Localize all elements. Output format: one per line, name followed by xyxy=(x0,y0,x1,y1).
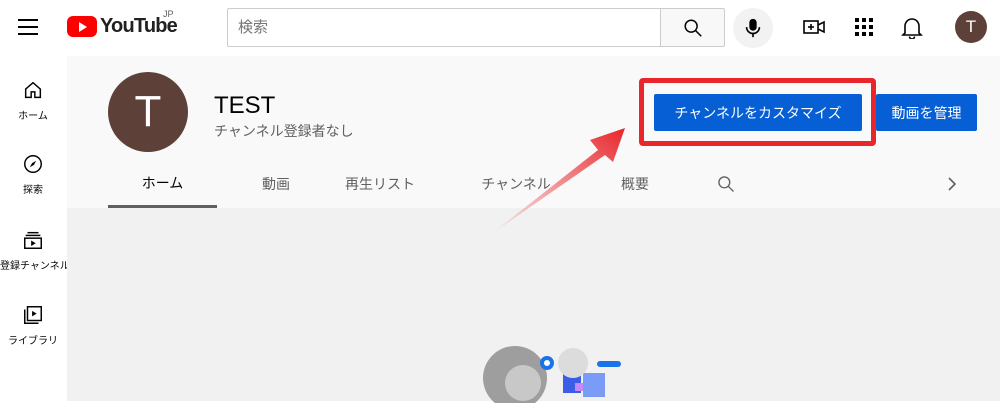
channel-content-area xyxy=(67,208,1000,403)
channel-name: TEST xyxy=(214,92,276,119)
youtube-logo[interactable]: YouTube xyxy=(67,14,178,38)
search-icon xyxy=(683,18,702,37)
create-video-icon[interactable] xyxy=(801,14,827,40)
channel-tabs: ホーム 動画 再生リスト チャンネル 概要 xyxy=(108,160,1000,208)
home-icon xyxy=(21,78,45,102)
sidebar-item-label: 探索 xyxy=(23,185,43,196)
manage-videos-button[interactable]: 動画を管理 xyxy=(876,94,977,131)
notifications-bell-icon[interactable] xyxy=(899,14,925,40)
sidebar-item-label: ライブラリ xyxy=(8,336,58,347)
sidebar-item-home[interactable]: ホーム xyxy=(0,78,66,122)
compass-icon xyxy=(21,152,45,176)
sidebar: ホーム 探索 登録チャンネル ライブラリ xyxy=(0,56,70,401)
sidebar-item-explore[interactable]: 探索 xyxy=(0,152,66,196)
menu-icon[interactable] xyxy=(18,16,42,36)
sidebar-item-label: 登録チャンネル xyxy=(0,261,70,272)
channel-header: T TEST チャンネル登録者なし チャンネルをカスタマイズ 動画を管理 ホーム… xyxy=(67,56,1000,208)
tab-channels[interactable]: チャンネル xyxy=(474,160,558,208)
tab-videos[interactable]: 動画 xyxy=(250,160,302,208)
tab-about[interactable]: 概要 xyxy=(608,160,662,208)
sidebar-item-label: ホーム xyxy=(18,111,48,122)
customize-channel-button[interactable]: チャンネルをカスタマイズ xyxy=(654,94,862,131)
empty-state-illustration xyxy=(483,346,621,403)
voice-search-button[interactable] xyxy=(733,8,773,48)
top-bar: YouTube JP 検索 T xyxy=(0,0,1000,56)
account-avatar[interactable]: T xyxy=(955,11,987,43)
channel-avatar[interactable]: T xyxy=(108,72,188,152)
tab-search-icon[interactable] xyxy=(714,160,738,208)
search-button[interactable] xyxy=(660,8,725,47)
apps-grid-icon[interactable] xyxy=(851,14,877,40)
youtube-play-icon xyxy=(67,15,97,37)
subscriptions-icon xyxy=(21,228,45,252)
tab-home[interactable]: ホーム xyxy=(108,160,217,208)
chevron-right-icon[interactable] xyxy=(940,160,964,208)
microphone-icon xyxy=(745,18,761,38)
search-box xyxy=(227,8,661,47)
library-icon xyxy=(21,303,45,327)
tab-playlists[interactable]: 再生リスト xyxy=(336,160,424,208)
search-input[interactable] xyxy=(228,9,661,46)
subscriber-count: チャンネル登録者なし xyxy=(214,123,354,139)
sidebar-item-library[interactable]: ライブラリ xyxy=(0,303,66,347)
country-code: JP xyxy=(163,9,174,19)
sidebar-item-subscriptions[interactable]: 登録チャンネル xyxy=(0,228,70,272)
